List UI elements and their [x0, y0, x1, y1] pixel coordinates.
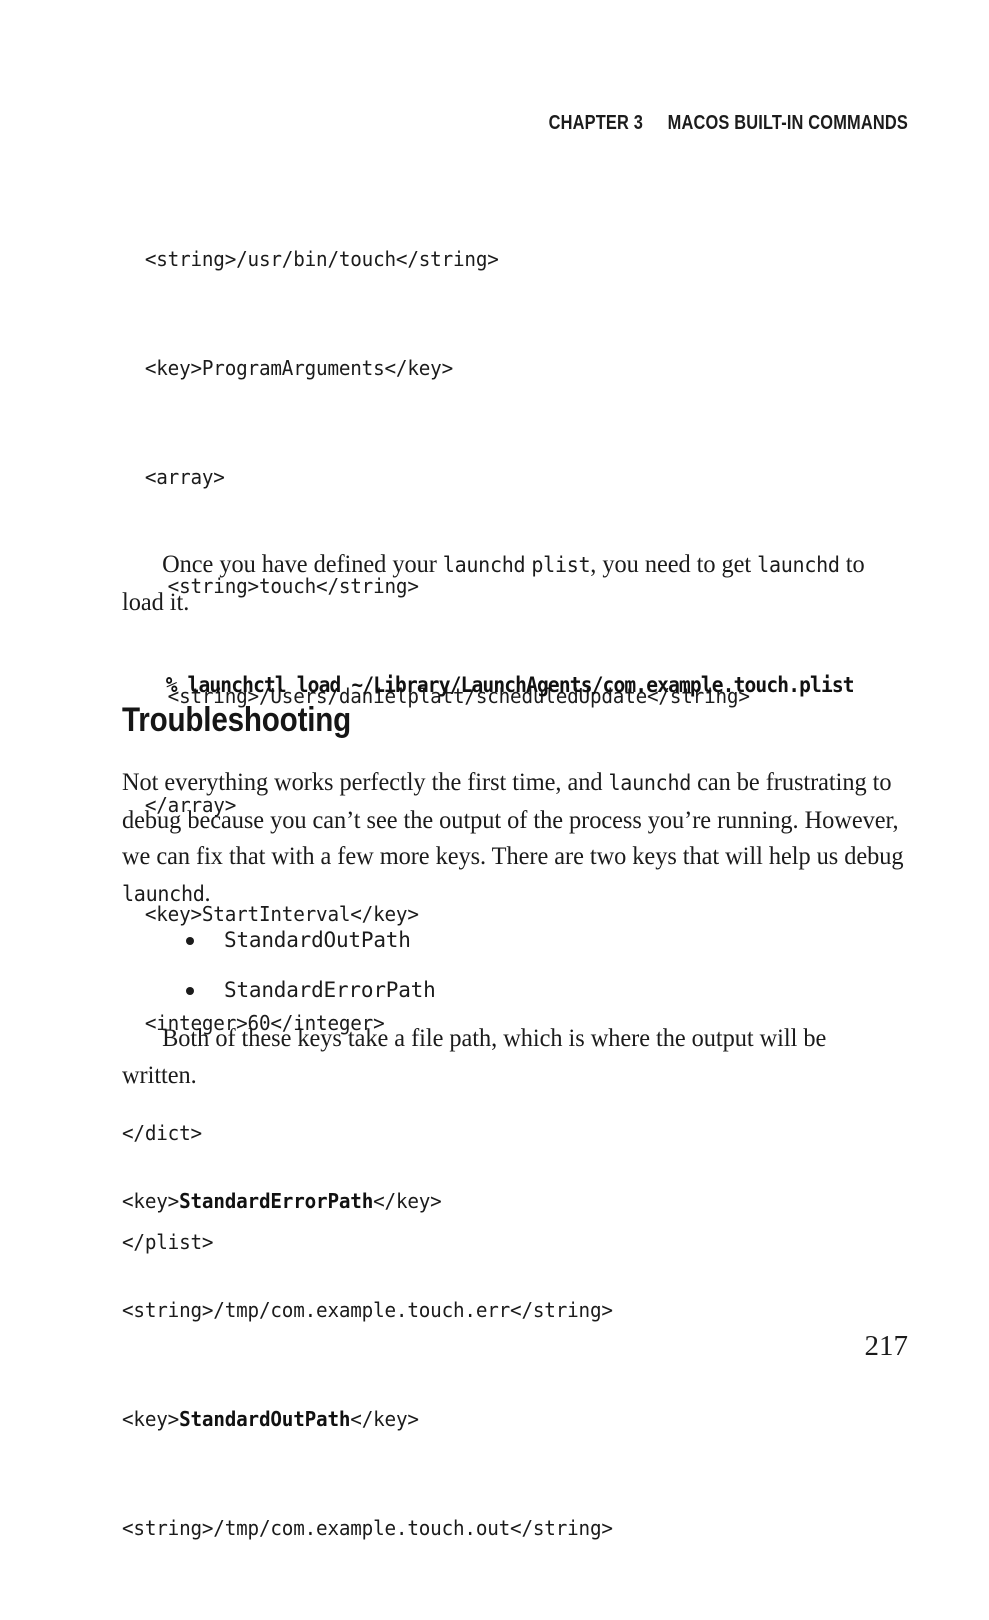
code-text: </key> — [373, 1188, 442, 1213]
inline-code: launchd — [757, 553, 840, 577]
code-line: <key>StandardErrorPath</key> — [122, 1183, 861, 1219]
text-run: , you need to get — [590, 549, 758, 578]
code-text: <string>/tmp/com.example.touch.out</stri… — [122, 1516, 613, 1541]
code-emphasis: StandardErrorPath — [179, 1188, 374, 1213]
code-line: <key>StandardOutPath</key> — [122, 1401, 861, 1437]
inline-code: plist — [531, 553, 591, 577]
paragraph-file-path: Both of these keys take a file path, whi… — [122, 1020, 905, 1093]
bullet-dot-icon — [186, 937, 194, 945]
inline-code: launchd — [122, 881, 205, 906]
code-text: <string>/tmp/com.example.touch.err</stri… — [122, 1298, 613, 1323]
code-line: <string>/tmp/com.example.touch.out</stri… — [122, 1510, 861, 1546]
text-run: . — [204, 877, 211, 907]
text-run: Once you have defined your — [162, 549, 443, 578]
code-line: <key>ProgramArguments</key> — [122, 356, 453, 381]
text-run: Not everything works perfectly the first… — [122, 767, 609, 796]
running-head-title: MACOS BUILT-IN COMMANDS — [667, 112, 908, 134]
code-line: <string>/tmp/com.example.touch.err</stri… — [122, 1292, 861, 1328]
code-block-standard-paths: <key>StandardErrorPath</key> <string>/tm… — [122, 1110, 861, 1620]
code-line: <array> — [122, 465, 225, 490]
key-list: StandardOutPath StandardErrorPath — [122, 920, 908, 1020]
code-text: <key> — [122, 1188, 180, 1213]
paragraph-debug-launchd: Not everything works perfectly the first… — [122, 764, 905, 912]
section-heading-troubleshooting: Troubleshooting — [122, 701, 352, 739]
list-item: StandardErrorPath — [122, 970, 908, 1020]
code-text: <key> — [122, 1407, 180, 1432]
book-page: CHAPTER 3 MACOS BUILT-IN COMMANDS <string… — [0, 0, 989, 1540]
list-item: StandardOutPath — [122, 920, 908, 970]
inline-code: launchd — [442, 553, 526, 577]
list-item-label: StandardOutPath — [224, 928, 411, 952]
list-item-label: StandardErrorPath — [224, 978, 436, 1002]
bullet-dot-icon — [186, 987, 194, 995]
inline-code: launchd — [608, 771, 692, 795]
command-text: % launchctl load ~/Library/LaunchAgents/… — [165, 673, 855, 697]
paragraph-load-plist: Once you have defined your launchd plist… — [122, 546, 905, 620]
running-head-chapter: CHAPTER 3 — [548, 112, 644, 134]
code-text: </key> — [350, 1407, 419, 1432]
running-head: CHAPTER 3 MACOS BUILT-IN COMMANDS — [263, 112, 908, 135]
code-line: <string>/usr/bin/touch</string> — [122, 246, 499, 271]
text-run: Both of these keys take a file path, whi… — [122, 1023, 827, 1089]
page-number: 217 — [864, 1330, 909, 1362]
code-emphasis: StandardOutPath — [179, 1407, 351, 1432]
